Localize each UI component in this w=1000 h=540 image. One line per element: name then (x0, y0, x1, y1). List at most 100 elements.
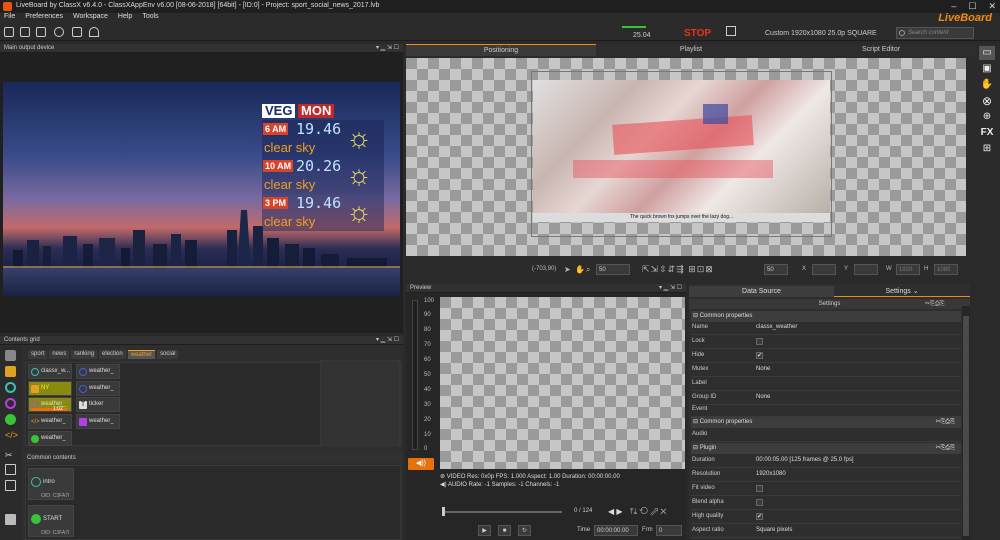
search-input[interactable]: Search content (896, 27, 974, 39)
align-tools-icon[interactable]: ⇱⇲⇳⇵⇶ ⊞⊡⊠ (642, 264, 714, 275)
content-cell[interactable]: classx_w... (28, 364, 72, 379)
property-row[interactable]: Name classx_weather (691, 322, 961, 335)
opacity-input[interactable]: 50 (764, 264, 788, 275)
cube-icon[interactable] (5, 350, 16, 361)
image-icon[interactable] (5, 366, 16, 377)
stop-button[interactable]: STOP (684, 28, 711, 39)
menu-preferences[interactable]: Preferences (25, 13, 63, 24)
tab-sport[interactable]: sport (28, 350, 48, 359)
step-back-icon[interactable]: ◀ ▶ (608, 507, 623, 516)
seek-bar[interactable] (442, 511, 562, 513)
paste-icon[interactable] (5, 480, 16, 491)
tab-ranking[interactable]: ranking (71, 350, 98, 359)
trash-icon[interactable] (5, 514, 16, 525)
volume-button[interactable]: ◀)) (408, 458, 434, 470)
play-icon[interactable] (5, 382, 16, 393)
properties-scrollbar[interactable] (962, 306, 970, 540)
terminal-icon[interactable]: ▣ (979, 62, 995, 76)
content-cell[interactable]: T ticker (76, 397, 120, 412)
property-row[interactable]: Audio (691, 429, 961, 442)
property-row[interactable]: Event (691, 404, 961, 417)
content-cell[interactable]: weather_ (76, 364, 120, 379)
scissors-icon[interactable]: ✂ (5, 450, 16, 461)
record-icon[interactable] (5, 398, 16, 409)
property-row[interactable]: Label (691, 378, 961, 391)
panel-controls-icon[interactable]: ▾ ▁ ⇲ ☐ (376, 44, 399, 53)
property-row[interactable]: Fit video (691, 483, 961, 496)
y-input[interactable] (854, 264, 878, 275)
close-circle-icon[interactable]: ⊗ (979, 94, 995, 108)
gamepad-icon[interactable]: ⊕ (979, 110, 995, 124)
tab-data-source[interactable]: Data Source (689, 286, 834, 297)
menu-tools[interactable]: Tools (142, 13, 158, 24)
section-common-properties[interactable]: ⊟ Common properties (691, 311, 961, 322)
reload-button[interactable]: ↻ (518, 525, 531, 536)
code-icon[interactable]: </> (5, 430, 18, 441)
content-cell[interactable]: NY (28, 381, 72, 396)
open-project-icon[interactable] (4, 27, 14, 37)
frame-input[interactable]: 0 (656, 525, 682, 536)
save-icon[interactable] (20, 27, 30, 37)
property-row[interactable]: Resolution 1920x1080 (691, 469, 961, 482)
menu-help[interactable]: Help (118, 13, 132, 24)
content-cell[interactable]: weather_ (76, 381, 120, 396)
property-row[interactable]: Mutex None (691, 364, 961, 377)
property-row[interactable]: Hide ✔ (691, 350, 961, 363)
property-row[interactable]: Aspect ratio Square pixels (691, 525, 961, 538)
network-icon[interactable] (5, 414, 16, 425)
time-input[interactable]: 00:00:00.00 (594, 525, 638, 536)
fit-video-checkbox[interactable] (756, 485, 763, 492)
menu-file[interactable]: File (4, 13, 15, 24)
menu-workspace[interactable]: Workspace (73, 13, 108, 24)
clipboard-tools-icon[interactable]: ✂⎘⎙⎘ (936, 443, 955, 454)
tab-settings[interactable]: Settings ⌄ (834, 286, 970, 297)
monitor-icon[interactable]: ▭ (979, 46, 995, 60)
pointer-tool-icon[interactable]: ➤ (564, 265, 571, 274)
h-input[interactable]: 1080 (934, 264, 958, 275)
high-quality-checkbox[interactable]: ✔ (756, 513, 763, 520)
tab-weather[interactable]: weather (127, 350, 156, 359)
panel-controls-icon[interactable]: ▾ ▁ ⇲ ☐ (659, 284, 682, 293)
tab-social[interactable]: social (157, 350, 179, 359)
tab-script-editor[interactable]: Script Editor (786, 44, 976, 56)
tab-playlist[interactable]: Playlist (596, 44, 786, 56)
x-input[interactable] (812, 264, 836, 275)
fx-icon[interactable]: FX (979, 126, 995, 140)
w-input[interactable]: 1920 (896, 264, 920, 275)
common-content-cell[interactable]: intro OID: C3FA7I (28, 468, 74, 500)
output-icon[interactable] (726, 26, 736, 36)
hide-checkbox[interactable]: ✔ (756, 352, 763, 359)
property-row[interactable]: Duration 00:00:05.00 [125 frames @ 25.0 f… (691, 455, 961, 468)
clipboard-tools-icon[interactable]: ✂⎘⎙⎘ (936, 417, 955, 428)
stop-playback-button[interactable]: ■ (498, 525, 511, 536)
zoom-tool-icon[interactable]: ⌕ (586, 265, 590, 275)
content-cell[interactable]: weather_ 1:02 (28, 397, 72, 412)
lock-checkbox[interactable] (756, 338, 763, 345)
zoom-input[interactable]: 50 (596, 264, 630, 275)
property-row[interactable]: High quality ✔ (691, 511, 961, 524)
content-cell[interactable]: weather_ (76, 414, 120, 429)
common-content-cell[interactable]: START OID: C3FA7I (28, 505, 74, 537)
section-plugin[interactable]: ⊟ Plugin ✂⎘⎙⎘ (691, 443, 961, 454)
canvas-content-image[interactable] (533, 80, 830, 213)
hand-tool-icon[interactable]: ✋ (575, 265, 585, 274)
seek-handle[interactable] (442, 507, 445, 516)
maximize-button[interactable]: ☐ (968, 1, 976, 12)
loop-tools-icon[interactable]: ⤒⤓ ⟲ ⇗ ✕ (630, 507, 666, 517)
play-button[interactable]: ▶ (478, 525, 491, 536)
scrollbar-thumb[interactable] (963, 316, 969, 536)
calendar-icon[interactable] (72, 27, 82, 37)
new-file-icon[interactable] (36, 27, 46, 37)
property-row[interactable]: Lock (691, 336, 961, 349)
copy-icon[interactable] (5, 464, 16, 475)
content-cell[interactable]: weather_ (28, 431, 72, 446)
tab-news[interactable]: news (49, 350, 70, 359)
close-button[interactable]: ✕ (988, 1, 996, 12)
minimize-button[interactable]: – (951, 1, 956, 12)
panel-controls-icon[interactable]: ▾ ▁ ⇲ ☐ (376, 336, 399, 345)
tab-positioning[interactable]: Positioning (406, 44, 596, 56)
settings-icon[interactable] (54, 27, 64, 37)
grid-icon[interactable]: ⊞ (979, 142, 995, 156)
tab-election[interactable]: election (99, 350, 126, 359)
gauge-icon[interactable] (89, 27, 99, 37)
